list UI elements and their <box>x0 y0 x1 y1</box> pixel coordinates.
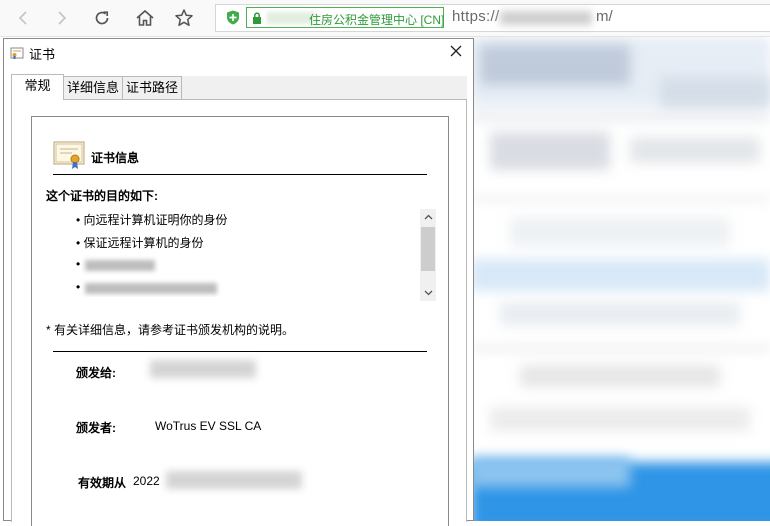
bullet: • <box>76 213 81 227</box>
general-tab-panel: 证书信息 这个证书的目的如下: • 向远程计算机证明你的身份 • 保证远程计算机… <box>11 99 467 526</box>
valid-from-value: 2022 <box>133 474 160 488</box>
lock-icon <box>253 12 261 24</box>
forward-button[interactable] <box>51 7 73 29</box>
arrow-left-icon <box>18 11 27 25</box>
dialog-title: 证书 <box>29 47 56 62</box>
bullet: • <box>76 236 81 250</box>
list-item: • <box>76 257 416 280</box>
purpose-text: 向远程计算机证明你的身份 <box>83 213 228 227</box>
chevron-down-icon <box>424 290 432 296</box>
valid-from-label: 有效期从 <box>78 476 127 490</box>
purpose-text: 保证远程计算机的身份 <box>83 236 204 250</box>
redacted-text <box>267 12 315 24</box>
list-item: • 保证远程计算机的身份 <box>76 234 416 257</box>
issued-to-label: 颁发给: <box>76 366 116 380</box>
redacted-text <box>150 360 256 378</box>
ev-organization-label: 住房公积金管理中心 [CN] <box>309 13 445 27</box>
bullet: • <box>76 257 81 271</box>
reload-icon <box>95 11 109 25</box>
certificate-info-box: 证书信息 这个证书的目的如下: • 向远程计算机证明你的身份 • 保证远程计算机… <box>31 116 449 526</box>
tab-details[interactable]: 详细信息 <box>63 76 123 99</box>
divider <box>53 351 427 352</box>
tab-general[interactable]: 常规 <box>11 74 64 100</box>
purpose-list: • 向远程计算机证明你的身份 • 保证远程计算机的身份 • • <box>76 211 416 297</box>
list-item: • 向远程计算机证明你的身份 <box>76 211 416 234</box>
arrow-right-icon <box>58 11 67 25</box>
star-icon <box>175 9 193 27</box>
issued-by-label: 颁发者: <box>76 421 116 435</box>
tab-certification-path[interactable]: 证书路径 <box>122 76 182 99</box>
certificate-small-icon <box>10 47 24 59</box>
redacted-text <box>85 283 217 294</box>
home-button[interactable] <box>134 7 156 29</box>
url-tail: m/ <box>596 8 613 25</box>
certificate-info-heading: 证书信息 <box>91 151 140 165</box>
scroll-down-button[interactable] <box>420 285 436 301</box>
divider <box>53 174 427 175</box>
scroll-up-button[interactable] <box>420 209 436 225</box>
certificate-dialog: 证书 常规 详细信息 证书路径 证书信息 这个证书的目的如下: • 向远程计算机… <box>3 38 474 526</box>
purpose-scrollbar[interactable] <box>420 209 436 301</box>
issued-by-value: WoTrus EV SSL CA <box>155 419 262 433</box>
list-item: • <box>76 280 416 297</box>
chevron-up-icon <box>424 214 432 220</box>
home-icon <box>136 9 154 26</box>
purpose-title: 这个证书的目的如下: <box>46 189 158 203</box>
url-scheme: https:// <box>452 8 500 25</box>
redacted-text <box>166 471 302 489</box>
certificate-icon <box>53 141 85 169</box>
reload-button[interactable] <box>91 7 113 29</box>
background-page <box>470 37 770 521</box>
shield-icon[interactable] <box>226 10 240 25</box>
back-button[interactable] <box>12 7 34 29</box>
bookmark-button[interactable] <box>173 7 195 29</box>
redacted-url <box>500 11 592 25</box>
details-note: * 有关详细信息，请参考证书颁发机构的说明。 <box>46 323 295 337</box>
scroll-thumb[interactable] <box>421 227 435 271</box>
browser-toolbar: 住房公积金管理中心 [CN] https:// m/ <box>0 0 770 37</box>
redacted-text <box>85 260 155 271</box>
bullet: • <box>76 280 81 294</box>
close-icon[interactable] <box>448 43 464 59</box>
ev-certificate-badge[interactable]: 住房公积金管理中心 [CN] <box>246 7 444 28</box>
